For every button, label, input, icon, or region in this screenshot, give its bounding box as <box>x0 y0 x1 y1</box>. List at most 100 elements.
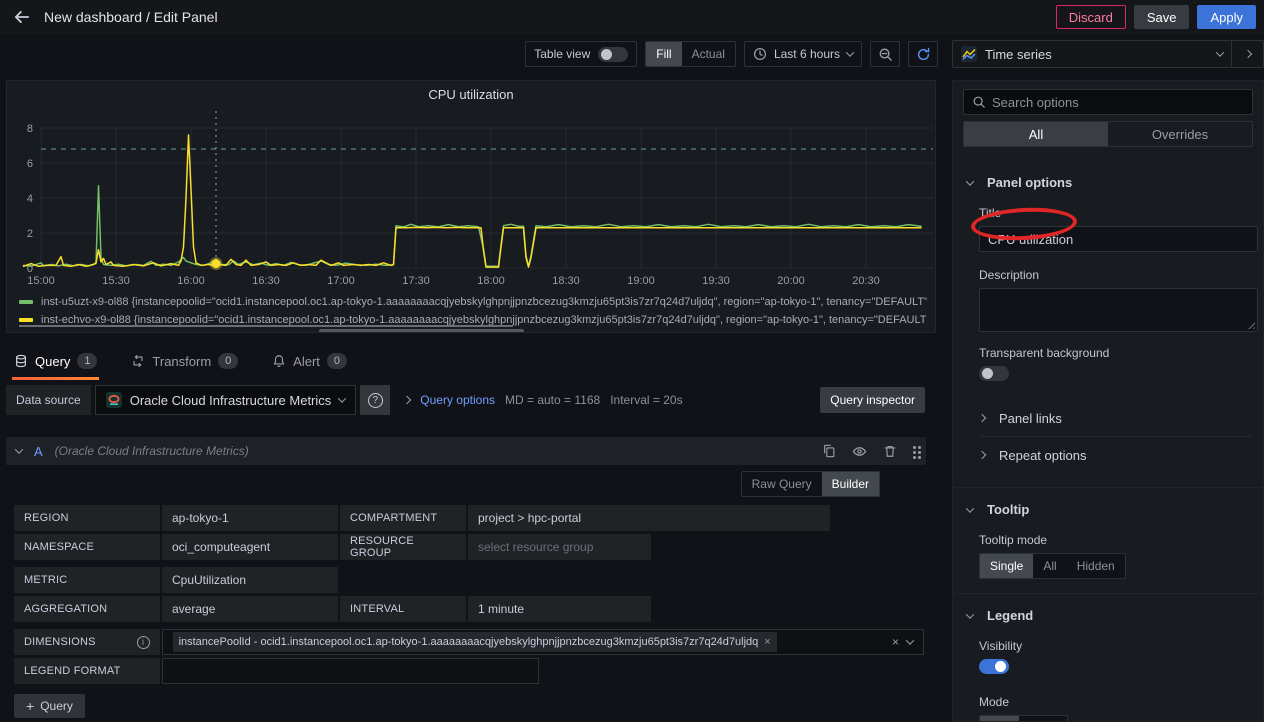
aggregation-select[interactable]: average <box>162 596 338 622</box>
legend-mode-list-option[interactable]: List <box>980 716 1019 722</box>
tooltip-hidden-option[interactable]: Hidden <box>1067 554 1125 578</box>
namespace-select[interactable]: oci_computeagent <box>162 534 338 560</box>
collapse-options-pane-button[interactable] <box>1232 40 1264 68</box>
refresh-button[interactable] <box>908 41 938 67</box>
legend-item[interactable]: inst-u5uzt-x9-ol88 {instancepoolid="ocid… <box>19 293 927 311</box>
tab-alert[interactable]: Alert 0 <box>272 346 347 376</box>
fill-actual-switch: Fill Actual <box>645 41 736 67</box>
visualization-picker[interactable]: Time series <box>952 40 1232 68</box>
remove-dimension-icon[interactable]: × <box>764 636 770 648</box>
time-range-picker[interactable]: Last 6 hours <box>744 41 862 67</box>
resize-grip-icon[interactable] <box>1246 320 1255 329</box>
series-swatch-yellow <box>19 318 33 322</box>
panel-toolbar: Table view Fill Actual Last 6 hours <box>0 40 938 68</box>
query-editor-card: A (Oracle Cloud Infrastructure Metrics) … <box>6 437 926 687</box>
tooltip-section-header[interactable]: Tooltip <box>963 502 1253 517</box>
legend-visibility-toggle[interactable] <box>979 659 1009 674</box>
panel-options-section-header[interactable]: Panel options <box>963 175 1253 190</box>
chevron-down-icon[interactable] <box>906 636 914 644</box>
datasource-name: Oracle Cloud Infrastructure Metrics <box>130 393 332 408</box>
tooltip-mode-label: Tooltip mode <box>979 533 1253 547</box>
tab-overrides[interactable]: Overrides <box>1108 122 1252 146</box>
svg-text:15:00: 15:00 <box>27 275 55 287</box>
query-ref-id: A <box>34 444 43 459</box>
svg-text:16:30: 16:30 <box>252 275 280 287</box>
raw-query-option[interactable]: Raw Query <box>742 472 822 496</box>
svg-text:17:30: 17:30 <box>402 275 430 287</box>
actual-option[interactable]: Actual <box>682 42 735 66</box>
drag-handle-icon[interactable] <box>913 446 916 449</box>
tab-all[interactable]: All <box>964 122 1108 146</box>
svg-text:18:00: 18:00 <box>477 275 505 287</box>
delete-query-trash-icon[interactable] <box>883 444 897 458</box>
datasource-picker[interactable]: Oracle Cloud Infrastructure Metrics <box>95 385 357 415</box>
datasource-help-button[interactable]: ? <box>360 385 390 415</box>
options-pane: All Overrides Panel options Title Descri… <box>952 80 1264 722</box>
tab-transform[interactable]: Transform 0 <box>131 346 238 376</box>
save-button[interactable]: Save <box>1134 5 1190 29</box>
chevron-down-icon <box>846 48 854 56</box>
time-series-chart[interactable]: 0246815:0015:3016:0016:3017:0017:3018:00… <box>7 105 936 291</box>
svg-text:6: 6 <box>27 158 33 170</box>
svg-text:4: 4 <box>27 193 33 205</box>
cpu-utilization-panel: CPU utilization 0246815:0015:3016:0016:3… <box>6 80 936 333</box>
zoom-out-button[interactable] <box>870 41 900 67</box>
top-bar: New dashboard / Edit Panel Discard Save … <box>0 0 1264 34</box>
duplicate-query-icon[interactable] <box>822 444 836 458</box>
options-search-input[interactable] <box>992 95 1244 110</box>
back-arrow-icon[interactable] <box>8 3 36 31</box>
database-icon <box>14 354 28 368</box>
query-options-row: Query options MD = auto = 1168 Interval … <box>404 393 682 407</box>
compartment-select[interactable]: project > hpc-portal <box>468 505 830 531</box>
builder-option[interactable]: Builder <box>822 472 879 496</box>
panel-title-input[interactable] <box>979 226 1258 252</box>
visualization-name: Time series <box>985 47 1052 62</box>
transparent-background-toggle[interactable] <box>979 366 1009 381</box>
dimensions-multiselect[interactable]: instancePoolId - ocid1.instancepool.oc1.… <box>162 629 924 655</box>
panel-description-textarea[interactable] <box>979 288 1258 332</box>
region-select[interactable]: ap-tokyo-1 <box>162 505 338 531</box>
clear-dimensions-icon[interactable]: × <box>892 635 899 649</box>
svg-text:15:30: 15:30 <box>102 275 130 287</box>
legend-scrollbar-thumb[interactable] <box>319 329 524 333</box>
hide-query-eye-icon[interactable] <box>852 444 867 459</box>
query-datasource-hint: (Oracle Cloud Infrastructure Metrics) <box>55 444 249 458</box>
tab-query[interactable]: Query 1 <box>14 346 97 376</box>
metric-label: METRIC <box>14 567 160 593</box>
repeat-options-row[interactable]: Repeat options <box>963 437 1253 473</box>
legend-format-input[interactable] <box>162 658 539 684</box>
query-options-link[interactable]: Query options <box>420 393 495 407</box>
collapse-query-icon[interactable] <box>15 445 23 453</box>
legend-mode-table-option[interactable]: Table <box>1019 716 1068 722</box>
resource-group-select[interactable]: select resource group <box>468 534 651 560</box>
table-view-toggle[interactable] <box>598 47 628 62</box>
transparent-background-label: Transparent background <box>979 346 1253 360</box>
interval-info: Interval = 20s <box>610 393 682 407</box>
search-icon <box>972 95 986 109</box>
metric-select[interactable]: CpuUtilization <box>162 567 338 593</box>
chevron-right-icon[interactable] <box>403 396 411 404</box>
chevron-down-icon <box>966 177 974 185</box>
question-icon: ? <box>368 393 383 408</box>
discard-button[interactable]: Discard <box>1056 5 1126 29</box>
apply-button[interactable]: Apply <box>1197 5 1256 29</box>
chevron-down-icon <box>966 504 974 512</box>
query-inspector-button[interactable]: Query inspector <box>820 387 925 413</box>
tooltip-single-option[interactable]: Single <box>980 554 1033 578</box>
add-query-button[interactable]: + Query <box>14 694 85 718</box>
fill-option[interactable]: Fill <box>646 42 681 66</box>
svg-text:20:00: 20:00 <box>777 275 805 287</box>
interval-select[interactable]: 1 minute <box>468 596 651 622</box>
query-row-header[interactable]: A (Oracle Cloud Infrastructure Metrics) <box>6 437 926 465</box>
add-query-label: Query <box>40 699 73 713</box>
tooltip-all-option[interactable]: All <box>1033 554 1066 578</box>
datasource-label: Data source <box>6 385 91 415</box>
panel-title: CPU utilization <box>7 87 935 102</box>
legend-section-header[interactable]: Legend <box>963 608 1253 623</box>
visualization-row: Time series <box>952 40 1264 68</box>
panel-links-row[interactable]: Panel links <box>963 400 1253 436</box>
tab-alert-label: Alert <box>293 354 320 369</box>
legend-label: inst-u5uzt-x9-ol88 {instancepoolid="ocid… <box>41 296 927 308</box>
resource-group-label: RESOURCE GROUP <box>340 534 466 560</box>
table-view-control: Table view <box>525 41 637 67</box>
